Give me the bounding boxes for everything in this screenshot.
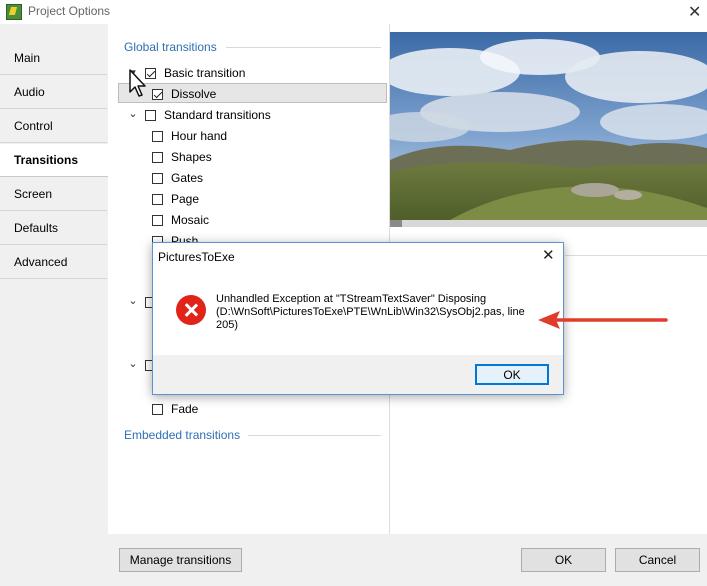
tree-item[interactable]: Hour hand [152,127,227,145]
fade-row[interactable]: Fade [152,400,198,418]
embedded-transitions-heading: Embedded transitions [124,428,241,442]
annotation-arrow-icon [536,308,670,333]
tree-item[interactable]: Page [152,190,199,208]
dialog-title: PicturesToExe [158,250,235,264]
tree-item-label: Page [171,192,200,206]
divider [226,47,381,48]
tree-item-checkbox[interactable] [152,172,163,184]
standard-transitions-label: Standard transitions [164,108,271,122]
standard-transitions-row[interactable]: Standard transitions [145,106,271,124]
sidebar-item-control[interactable]: Control [0,110,107,143]
preview-progress-track[interactable] [390,220,707,227]
basic-transition-label: Basic transition [164,66,246,80]
sidebar-item-label: Control [14,119,53,133]
sidebar-item-label: Audio [14,85,45,99]
dissolve-row[interactable]: Dissolve [152,85,216,103]
dissolve-label: Dissolve [171,87,217,101]
sidebar-item-label: Advanced [14,255,68,269]
sidebar-item-advanced[interactable]: Advanced [0,246,107,279]
tree-item-checkbox[interactable] [152,214,163,226]
cancel-button[interactable]: Cancel [615,548,700,572]
divider [565,255,707,256]
tree-item-label: Hour hand [171,129,228,143]
tree-item[interactable]: Shapes [152,148,212,166]
dialog-message: Unhandled Exception at "TStreamTextSaver… [216,293,525,331]
sidebar-item-defaults[interactable]: Defaults [0,212,107,245]
manage-transitions-button[interactable]: Manage transitions [119,548,242,572]
title-bar: Project Options ✕ [0,0,707,24]
chevron-down-icon[interactable]: ⌄ [128,294,138,307]
sidebar-item-label: Main [14,51,41,65]
tree-item-label: Shapes [171,150,212,164]
error-dialog: PicturesToExe ✕ Unhandled Exception at "… [152,242,564,395]
tree-item-label: Gates [171,171,204,185]
fade-checkbox[interactable] [152,403,163,415]
close-icon[interactable]: ✕ [542,246,555,264]
sidebar: Main Audio Control Transitions Screen De… [0,24,109,534]
tree-item-checkbox[interactable] [152,130,163,142]
window-title: Project Options [28,4,111,18]
tree-item[interactable]: Mosaic [152,211,209,229]
tree-item-checkbox[interactable] [152,151,163,163]
ok-button[interactable]: OK [521,548,606,572]
global-transitions-heading: Global transitions [124,40,217,54]
dissolve-checkbox[interactable] [152,88,163,100]
mouse-cursor-icon [128,68,150,101]
fade-label: Fade [171,402,199,416]
close-icon[interactable]: ✕ [688,2,701,22]
tree-item-checkbox[interactable] [152,193,163,205]
transition-preview-image [390,32,707,220]
sidebar-item-audio[interactable]: Audio [0,76,107,109]
sidebar-item-label: Transitions [14,153,79,167]
sidebar-item-label: Screen [14,187,53,201]
standard-transitions-checkbox[interactable] [145,109,156,121]
tree-item-label: Mosaic [171,213,210,227]
preview-progress-thumb[interactable] [390,220,402,227]
divider [248,435,381,436]
dialog-ok-button[interactable]: OK [475,364,549,385]
basic-transition-row[interactable]: Basic transition [145,64,245,82]
chevron-down-icon[interactable]: ⌄ [128,107,138,120]
app-icon [6,4,22,20]
chevron-down-icon[interactable]: ⌄ [128,357,138,370]
sidebar-item-main[interactable]: Main [0,42,107,75]
sidebar-item-label: Defaults [14,221,59,235]
sidebar-item-transitions[interactable]: Transitions [0,144,109,177]
sidebar-item-screen[interactable]: Screen [0,178,107,211]
error-icon [176,295,206,325]
tree-item[interactable]: Gates [152,169,203,187]
